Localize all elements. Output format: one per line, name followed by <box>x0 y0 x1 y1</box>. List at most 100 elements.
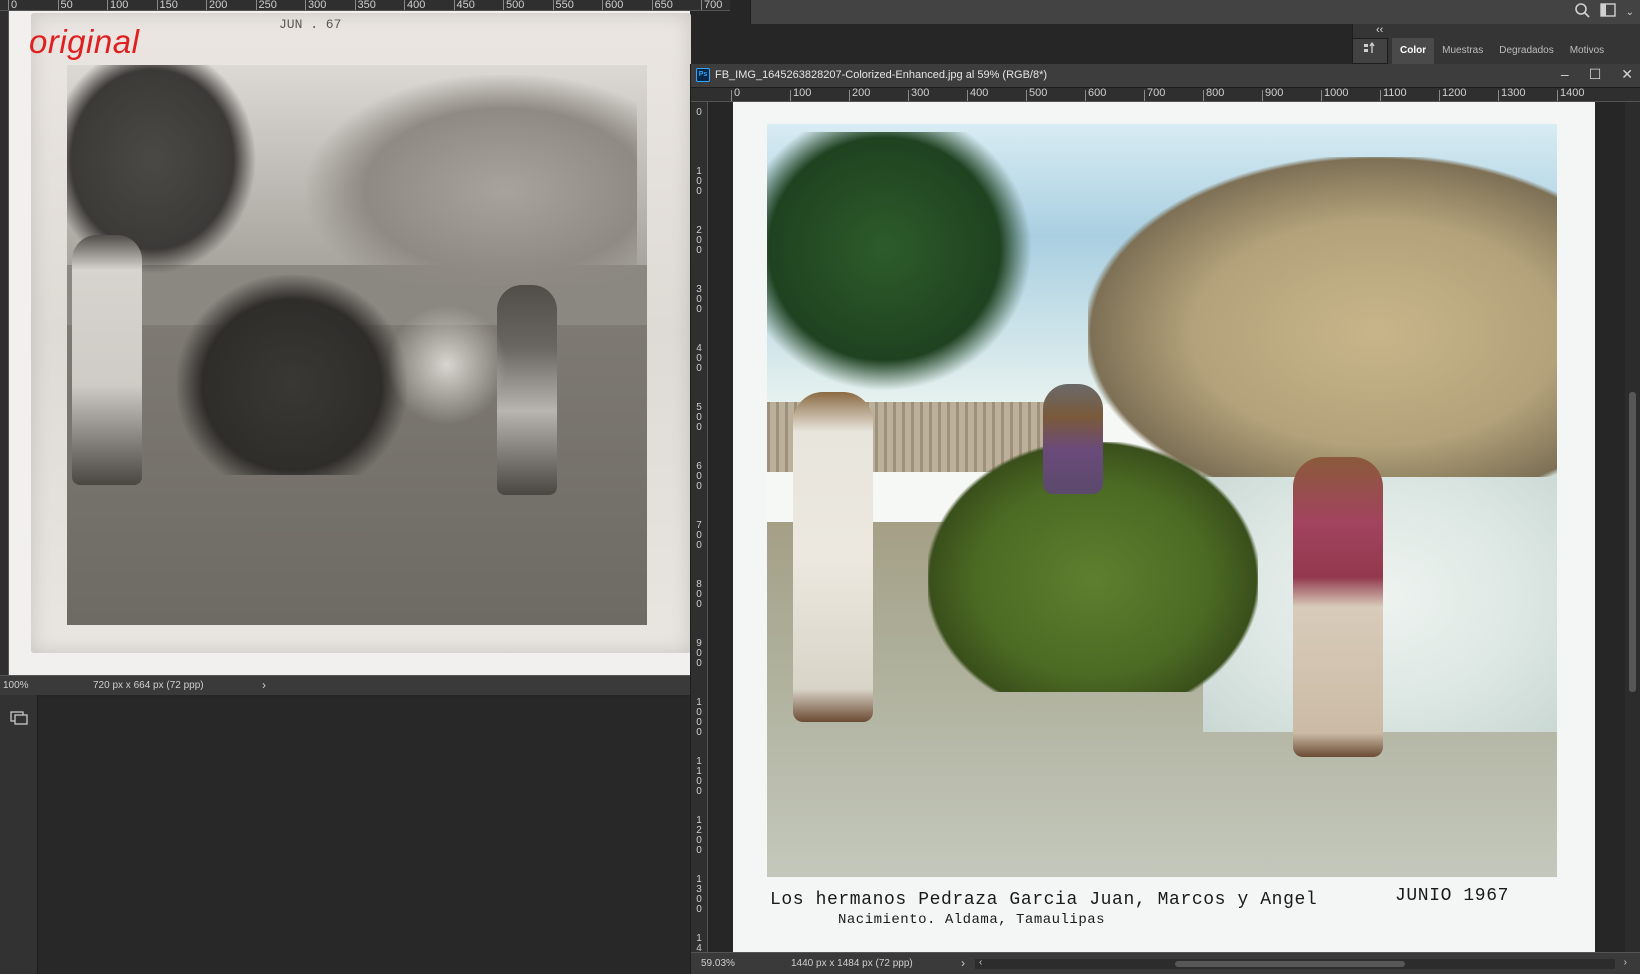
ruler-tick-label: 600 <box>696 461 702 492</box>
panel-tabs: Color Muestras Degradados Motivos <box>1392 38 1612 64</box>
history-panel-icon[interactable] <box>1352 38 1388 64</box>
horizontal-scrollbar[interactable] <box>975 959 1615 969</box>
ruler-tick <box>1380 90 1381 101</box>
collapse-panel-icon[interactable]: ‹‹ <box>1376 24 1383 36</box>
ruler-tick-label: 900 <box>1265 88 1284 99</box>
scroll-left-icon[interactable]: ‹ <box>979 957 982 968</box>
ruler-tick-label: 200 <box>852 88 871 99</box>
ruler-tick-label: 0 <box>11 0 18 11</box>
ruler-tick-label: 200 <box>209 0 228 11</box>
document-title: FB_IMG_1645263828207-Colorized-Enhanced.… <box>715 69 1048 81</box>
vertical-scrollbar[interactable] <box>1625 102 1640 952</box>
ruler-tick-label: 450 <box>456 0 475 11</box>
arrange-documents-icon[interactable] <box>9 709 29 725</box>
ruler-tick <box>1439 90 1440 101</box>
ruler-tick <box>602 0 603 10</box>
ruler-tick <box>255 0 257 10</box>
search-icon[interactable] <box>1574 2 1590 22</box>
tab-patterns[interactable]: Motivos <box>1562 38 1612 64</box>
scroll-thumb[interactable] <box>1629 392 1636 692</box>
maximize-icon[interactable]: ☐ <box>1589 66 1602 83</box>
panel-rail <box>0 695 38 974</box>
document-dimensions: 720 px x 664 px (72 ppp) <box>93 680 204 691</box>
ruler-tick <box>8 0 9 10</box>
ruler-tick-label: 700 <box>704 0 723 11</box>
ruler-tick <box>1144 90 1145 101</box>
empty-workspace <box>38 697 690 974</box>
zoom-level[interactable]: 59.03% <box>701 958 735 969</box>
scroll-thumb[interactable] <box>1175 961 1405 967</box>
ruler-tick-label: 200 <box>696 225 702 256</box>
scroll-right-icon[interactable]: › <box>1624 957 1627 968</box>
photo-caption: Los hermanos Pedraza Garcia Juan, Marcos… <box>770 890 1318 910</box>
minimize-icon[interactable]: – <box>1561 66 1569 83</box>
ruler-tick-label: 150 <box>159 0 178 11</box>
document-title-bar[interactable]: Ps FB_IMG_1645263828207-Colorized-Enhanc… <box>691 64 1640 88</box>
vertical-ruler[interactable] <box>0 11 9 675</box>
ruler-tick <box>156 0 158 10</box>
status-bar: 59.03% 1440 px x 1484 px (72 ppp) › ‹ › <box>691 952 1640 974</box>
original-canvas[interactable]: JUN . 67 original <box>9 11 691 675</box>
ruler-tick <box>305 0 306 10</box>
photo-date: JUNIO 1967 <box>1395 886 1510 906</box>
photo-stamp: JUN . 67 <box>279 17 342 32</box>
zoom-level[interactable]: 100% <box>3 680 29 691</box>
status-menu-arrow[interactable]: › <box>262 678 266 692</box>
ruler-tick <box>908 90 909 101</box>
vertical-ruler[interactable]: 0 100 200 300 400 500 600 700 800 900 1000 1100 1200… <box>691 102 708 952</box>
ruler-tick-label: 100 <box>696 166 702 197</box>
photo-location: Nacimiento. Aldama, Tamaulipas <box>838 912 1106 928</box>
ruler-tick-label: 800 <box>1206 88 1225 99</box>
ruler-tick <box>1203 90 1204 101</box>
tree <box>763 132 1033 392</box>
ruler-tick-label: 1400 <box>696 933 702 953</box>
ruler-tick-label: 100 <box>110 0 129 11</box>
ruler-tick-label: 500 <box>1029 88 1048 99</box>
ruler-tick-label: 100 <box>793 88 812 99</box>
chevron-down-icon[interactable]: ⌄ <box>1626 7 1634 18</box>
ruler-tick-label: 650 <box>654 0 673 11</box>
ruler-tick <box>731 90 732 101</box>
ruler-tick <box>1557 90 1558 101</box>
horizontal-ruler[interactable]: 0 50 100 150 200 250 300 350 400 450 500 550 600 650 7… <box>0 0 730 11</box>
ruler-tick <box>206 0 207 10</box>
tab-gradients[interactable]: Degradados <box>1491 38 1561 64</box>
ruler-tick-label: 400 <box>970 88 989 99</box>
ruler-tick-label: 0 <box>696 107 702 118</box>
original-document-window: 0 50 100 150 200 250 300 350 400 450 500 550 600 650 7… <box>0 0 730 695</box>
ruler-tick <box>790 90 791 101</box>
ruler-tick-label: 1000 <box>696 697 702 738</box>
ruler-tick-label: 400 <box>696 343 702 374</box>
tab-swatches[interactable]: Muestras <box>1434 38 1491 64</box>
ruler-tick-label: 300 <box>308 0 327 11</box>
person-left <box>793 392 873 722</box>
person-right <box>1293 457 1383 757</box>
ruler-tick-label: 1100 <box>1383 88 1407 99</box>
ruler-tick-label: 250 <box>258 0 277 11</box>
ruler-tick-label: 50 <box>60 0 73 11</box>
original-photo-image <box>67 65 647 625</box>
ruler-tick-label: 600 <box>605 0 624 11</box>
colorized-photo: Los hermanos Pedraza Garcia Juan, Marcos… <box>733 102 1595 952</box>
ruler-tick-label: 400 <box>407 0 426 11</box>
close-icon[interactable]: ✕ <box>1621 66 1633 83</box>
ruler-tick-label: 1300 <box>696 874 702 915</box>
person-center <box>1043 384 1103 494</box>
horizontal-ruler[interactable]: 0 100 200 300 400 500 600 700 800 900 1000 1100 1200… <box>691 88 1640 102</box>
ruler-tick-label: 600 <box>1088 88 1107 99</box>
workspace-icon[interactable] <box>1599 3 1616 21</box>
ruler-tick <box>1085 90 1086 101</box>
colorized-canvas[interactable]: Los hermanos Pedraza Garcia Juan, Marcos… <box>708 102 1626 952</box>
ruler-tick-label: 1100 <box>696 756 702 797</box>
photoshop-workspace: 0 50 100 150 200 250 300 350 400 450 500 550 600 650 7… <box>0 0 1640 974</box>
ruler-tick-label: 1200 <box>696 815 702 856</box>
tab-color[interactable]: Color <box>1392 38 1435 64</box>
top-options-bar: ⌄ <box>750 0 1640 24</box>
ruler-tick-label: 0 <box>734 88 741 99</box>
ruler-tick <box>701 0 702 10</box>
ruler-tick <box>967 90 968 101</box>
ruler-tick-label: 300 <box>911 88 930 99</box>
ruler-tick <box>503 0 504 10</box>
status-menu-arrow[interactable]: › <box>961 956 965 970</box>
ruler-tick <box>849 90 850 101</box>
